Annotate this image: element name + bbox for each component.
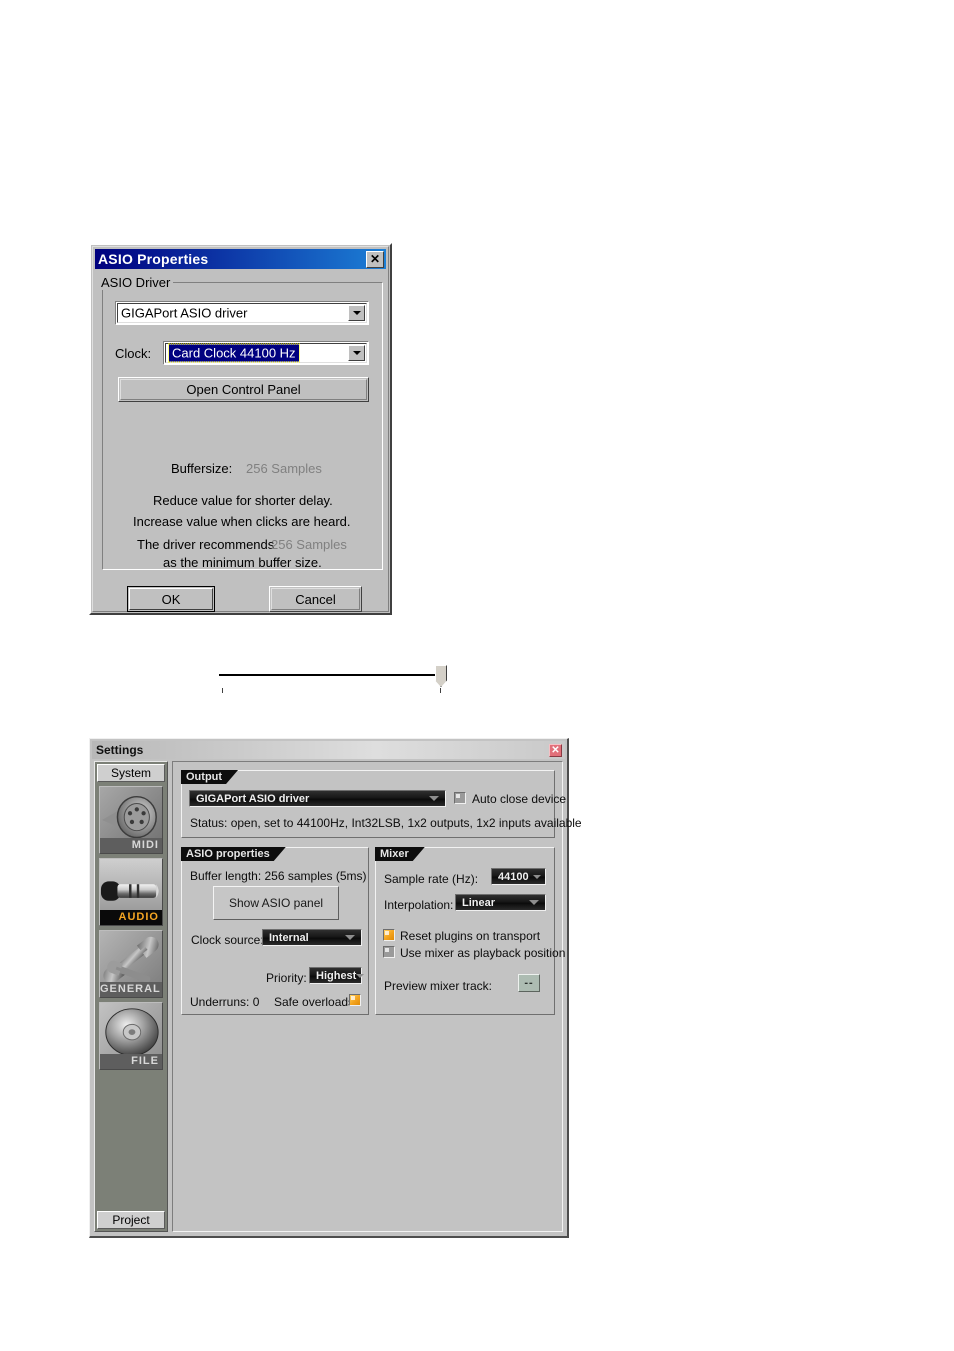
priority-combo-value: Highest: [316, 969, 357, 982]
preview-mixer-track-button[interactable]: --: [518, 974, 540, 992]
chevron-down-icon: [533, 874, 541, 879]
sidebar-item-midi[interactable]: MIDI: [99, 786, 163, 854]
settings-sidebar: System MIDI AUDIO GENERAL FILE Project: [94, 761, 168, 1232]
asio-dialog-titlebar[interactable]: ASIO Properties ✕: [95, 249, 386, 269]
recommend-suffix: as the minimum buffer size.: [163, 555, 322, 570]
clock-combo[interactable]: Card Clock 44100 Hz: [163, 341, 369, 365]
auto-close-device-label: Auto close device: [472, 792, 567, 806]
recommend-prefix: The driver recommends: [137, 537, 275, 552]
reset-plugins-checkbox[interactable]: [383, 929, 395, 941]
mixer-panel: Mixer Sample rate (Hz): 44100 Interpolat…: [375, 847, 565, 1015]
chevron-down-icon: [529, 900, 539, 905]
preview-mixer-track-value: --: [524, 977, 534, 989]
output-status-text: Status: open, set to 44100Hz, Int32LSB, …: [190, 816, 582, 830]
sidebar-project-label: Project: [112, 1213, 150, 1227]
preview-mixer-track-label: Preview mixer track:: [384, 979, 493, 993]
interpolation-combo-value: Linear: [462, 896, 496, 909]
use-mixer-playback-label: Use mixer as playback position: [400, 946, 566, 960]
settings-titlebar[interactable]: Settings ✕: [92, 741, 565, 759]
show-asio-panel-button[interactable]: Show ASIO panel: [213, 886, 339, 920]
clock-combo-value: Card Clock 44100 Hz: [168, 343, 300, 363]
open-control-panel-label: Open Control Panel: [186, 382, 301, 397]
close-icon[interactable]: ✕: [549, 743, 562, 757]
chevron-down-icon[interactable]: [348, 345, 365, 361]
settings-window: Settings ✕ System MIDI AUDIO GENERAL FIL…: [89, 738, 582, 1238]
sidebar-item-file[interactable]: FILE: [99, 1002, 163, 1070]
sample-rate-combo[interactable]: 44100: [491, 868, 546, 885]
cancel-button[interactable]: Cancel: [269, 586, 362, 612]
sidebar-item-audio-label: AUDIO: [100, 910, 162, 925]
interpolation-label: Interpolation:: [384, 898, 454, 912]
slider-tick-min: [222, 688, 223, 693]
clock-source-combo[interactable]: Internal: [262, 929, 362, 946]
sidebar-system-button[interactable]: System: [97, 764, 165, 782]
chevron-down-icon: [356, 973, 365, 978]
ok-button[interactable]: OK: [127, 586, 215, 612]
buffersize-slider-thumb[interactable]: [435, 665, 447, 687]
sample-rate-label: Sample rate (Hz):: [384, 872, 479, 886]
safe-overloads-checkbox[interactable]: [349, 994, 361, 1006]
hint-line-2: Increase value when clicks are heard.: [133, 514, 351, 529]
settings-content-area: Output GIGAPort ASIO driver Auto close d…: [172, 761, 582, 1232]
slider-tick-max: [440, 688, 441, 693]
sidebar-item-general[interactable]: GENERAL: [99, 930, 163, 998]
chevron-down-icon: [345, 935, 355, 940]
output-panel-tab: Output: [181, 770, 238, 784]
show-asio-panel-label: Show ASIO panel: [228, 896, 324, 910]
sidebar-system-label: System: [110, 766, 151, 780]
chevron-down-icon[interactable]: [348, 305, 365, 321]
buffersize-value: 256 Samples: [246, 461, 322, 476]
auto-close-device-checkbox[interactable]: [454, 792, 466, 804]
priority-combo[interactable]: Highest: [309, 967, 365, 984]
interpolation-combo[interactable]: Linear: [455, 894, 546, 911]
ok-button-label: OK: [161, 591, 181, 607]
sidebar-item-general-label: GENERAL: [100, 982, 162, 997]
use-mixer-playback-checkbox[interactable]: [383, 946, 395, 958]
settings-title: Settings: [96, 743, 144, 757]
sidebar-project-button[interactable]: Project: [97, 1211, 165, 1229]
asio-driver-combo-value: GIGAPort ASIO driver: [121, 305, 248, 321]
buffersize-slider-track[interactable]: [219, 674, 435, 677]
close-icon[interactable]: ✕: [366, 250, 384, 268]
output-device-combo-value: GIGAPort ASIO driver: [196, 792, 310, 805]
output-panel: Output GIGAPort ASIO driver Auto close d…: [181, 770, 582, 838]
asio-dialog-title: ASIO Properties: [98, 251, 209, 267]
cancel-button-label: Cancel: [295, 591, 336, 607]
clock-label: Clock:: [115, 346, 152, 361]
asio-properties-dialog: ASIO Properties ✕ ASIO Driver GIGAPort A…: [89, 243, 447, 693]
sample-rate-combo-value: 44100: [498, 870, 529, 883]
sidebar-item-midi-label: MIDI: [100, 838, 162, 853]
clock-source-combo-value: Internal: [269, 931, 309, 944]
asio-driver-combo[interactable]: GIGAPort ASIO driver: [115, 301, 369, 325]
sidebar-item-audio[interactable]: AUDIO: [99, 858, 163, 926]
recommend-value: 256 Samples: [271, 537, 347, 552]
asio-driver-group-label: ASIO Driver: [98, 275, 174, 290]
clock-source-label: Clock source:: [191, 933, 264, 947]
asio-properties-panel-tab: ASIO properties: [181, 847, 286, 861]
sidebar-item-file-label: FILE: [100, 1054, 162, 1069]
mixer-panel-tab: Mixer: [375, 847, 425, 861]
buffer-length-text: Buffer length: 256 samples (5ms): [190, 869, 367, 883]
hint-line-1: Reduce value for shorter delay.: [153, 493, 333, 508]
safe-overloads-label: Safe overloads: [274, 995, 355, 1009]
reset-plugins-label: Reset plugins on transport: [400, 929, 541, 943]
output-device-combo[interactable]: GIGAPort ASIO driver: [189, 790, 446, 807]
asio-properties-panel: ASIO properties Buffer length: 256 sampl…: [181, 847, 369, 1015]
priority-label: Priority:: [266, 971, 307, 985]
buffersize-label: Buffersize:: [171, 461, 233, 476]
underruns-text: Underruns: 0: [190, 995, 260, 1009]
open-control-panel-button[interactable]: Open Control Panel: [118, 377, 369, 402]
chevron-down-icon: [429, 796, 439, 801]
